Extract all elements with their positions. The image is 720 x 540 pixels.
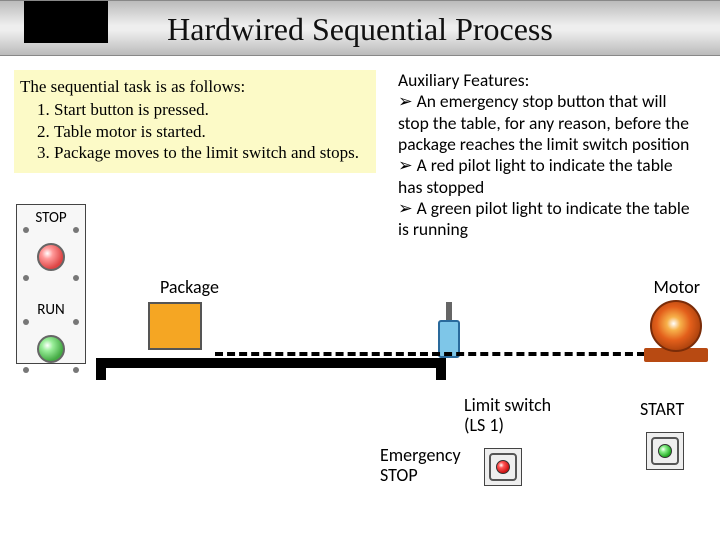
- stop-pilot-light-icon: [37, 243, 65, 271]
- motor-label: Motor: [653, 276, 700, 298]
- screw-row: [17, 227, 85, 241]
- estop-label-line2: STOP: [380, 464, 418, 486]
- track-dashed-line: [215, 352, 645, 356]
- task-lead: The sequential task is as follows:: [20, 76, 366, 97]
- aux-title: Auxiliary Features:: [398, 70, 698, 91]
- screw-row: [17, 367, 85, 381]
- stop-label: STOP: [17, 209, 85, 227]
- package-icon: [148, 302, 202, 350]
- track-foot: [96, 366, 106, 380]
- start-button-icon: [646, 432, 684, 470]
- track-solid: [96, 358, 446, 368]
- sequential-task-box: The sequential task is as follows: Start…: [14, 70, 376, 173]
- start-label: START: [640, 398, 684, 420]
- estop-label-line1: Emergency: [380, 444, 461, 466]
- aux-item: A green pilot light to indicate the tabl…: [398, 198, 698, 241]
- limit-switch-label-line1: Limit switch: [464, 394, 551, 416]
- pilot-light-panel: STOP RUN: [16, 204, 86, 364]
- screw-row: [17, 275, 85, 289]
- screw-row: [17, 319, 85, 333]
- run-label: RUN: [17, 301, 85, 319]
- limit-switch-label: Limit switch (LS 1): [464, 396, 551, 436]
- estop-label: Emergency STOP: [380, 446, 461, 486]
- motor-icon: [650, 300, 702, 352]
- aux-item: An emergency stop button that will stop …: [398, 91, 698, 155]
- track-foot: [436, 366, 446, 380]
- package-label: Package: [160, 276, 219, 298]
- aux-item: A red pilot light to indicate the table …: [398, 155, 698, 198]
- task-step: Start button is pressed.: [54, 99, 366, 120]
- run-pilot-light-icon: [37, 335, 65, 363]
- title-bar: Hardwired Sequential Process: [0, 0, 720, 56]
- limit-switch-stem: [446, 302, 452, 322]
- task-step: Package moves to the limit switch and st…: [54, 142, 366, 163]
- emergency-stop-button-icon: [484, 448, 522, 486]
- task-step: Table motor is started.: [54, 121, 366, 142]
- auxiliary-features-box: Auxiliary Features: An emergency stop bu…: [398, 70, 698, 241]
- limit-switch-label-line2: (LS 1): [464, 414, 504, 436]
- page-title: Hardwired Sequential Process: [0, 11, 720, 48]
